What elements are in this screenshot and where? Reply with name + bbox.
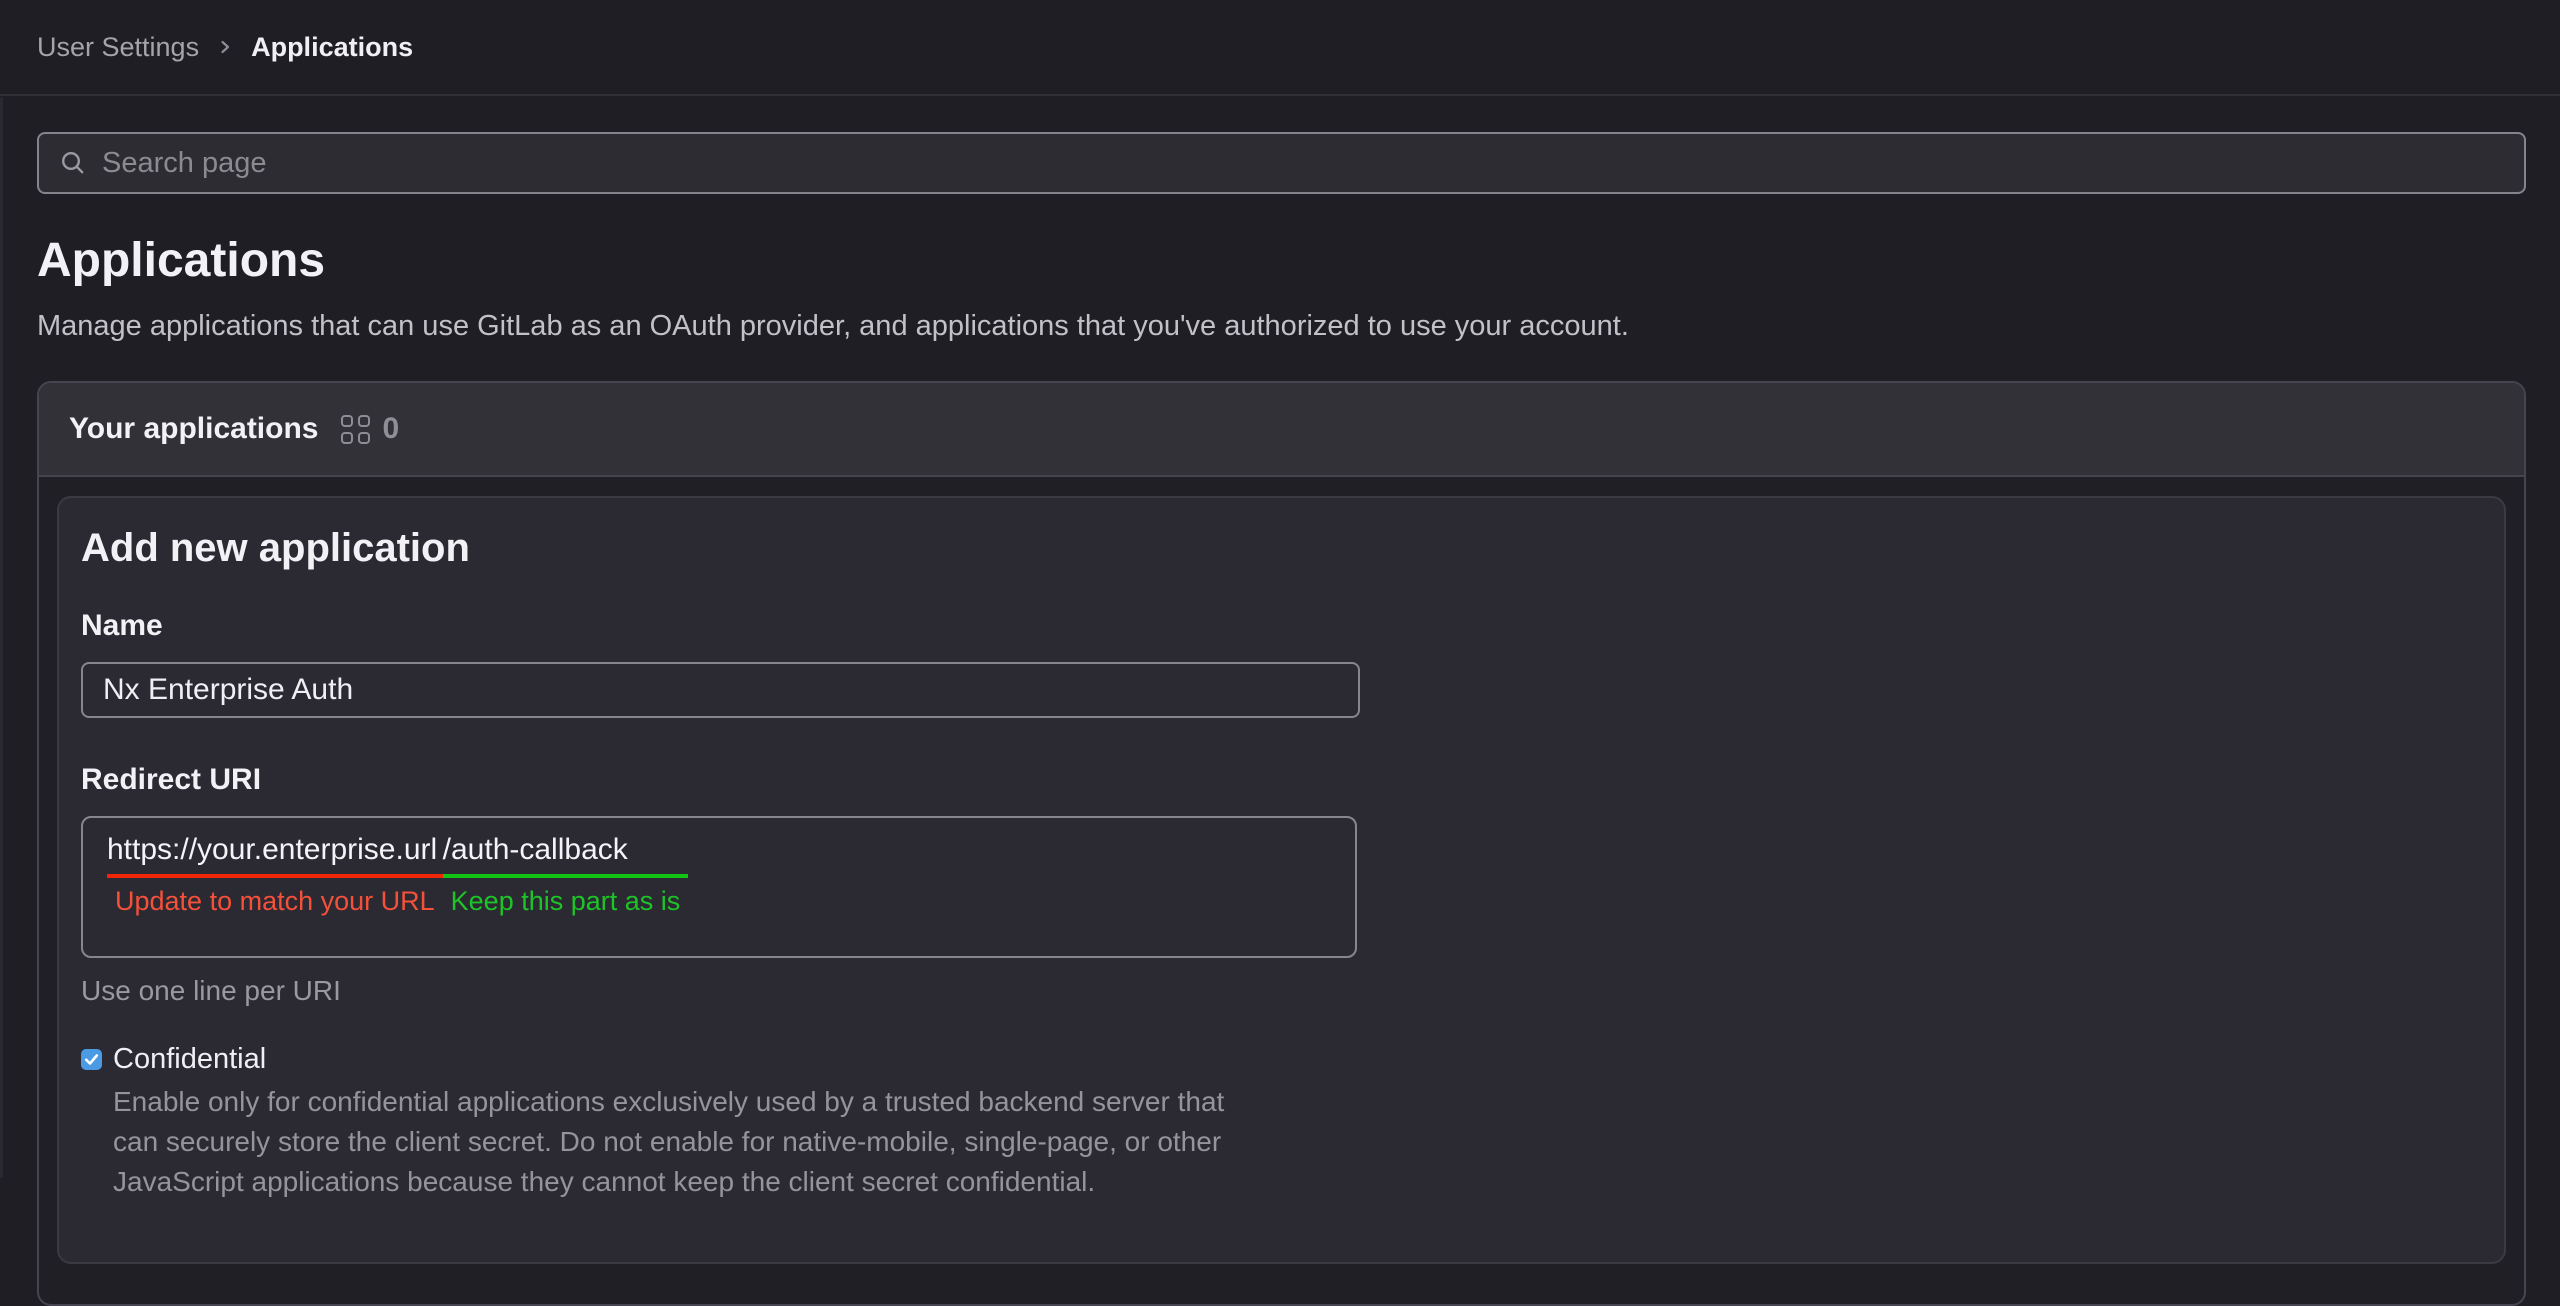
window-left-edge bbox=[0, 98, 3, 1178]
chevron-right-icon bbox=[215, 37, 235, 57]
applications-grid-icon bbox=[341, 415, 370, 444]
uri-base-annotation: Update to match your URL bbox=[107, 886, 443, 916]
uri-base-segment: https://your.enterprise.url Update to ma… bbox=[107, 831, 443, 916]
page-description: Manage applications that can use GitLab … bbox=[37, 307, 2526, 345]
your-applications-body: Add new application Name Redirect URI ht… bbox=[39, 477, 2524, 1304]
name-label: Name bbox=[81, 608, 2482, 644]
confidential-checkbox-input[interactable] bbox=[81, 1049, 102, 1070]
redirect-uri-textarea[interactable]: https://your.enterprise.url Update to ma… bbox=[81, 816, 1357, 958]
search-box[interactable] bbox=[37, 132, 2526, 194]
redirect-uri-label: Redirect URI bbox=[81, 762, 2482, 798]
confidential-description-line: can securely store the client secret. Do… bbox=[113, 1122, 2482, 1162]
confidential-checkbox[interactable] bbox=[81, 1049, 102, 1070]
uri-path-annotation: Keep this part as is bbox=[443, 886, 689, 916]
confidential-description-line: JavaScript applications because they can… bbox=[113, 1162, 2482, 1202]
breadcrumb-user-settings[interactable]: User Settings bbox=[37, 32, 199, 63]
redirect-uri-helper: Use one line per URI bbox=[81, 974, 2482, 1008]
breadcrumb: User Settings Applications bbox=[0, 0, 2560, 96]
uri-base-text: https://your.enterprise.url bbox=[107, 831, 443, 878]
uri-path-segment: /auth-callback Keep this part as is bbox=[443, 831, 689, 916]
main-content: Applications Manage applications that ca… bbox=[0, 132, 2560, 1306]
page-title: Applications bbox=[37, 232, 2526, 290]
uri-path-text: /auth-callback bbox=[443, 831, 689, 878]
confidential-description-line: Enable only for confidential application… bbox=[113, 1082, 2482, 1122]
add-application-title: Add new application bbox=[81, 524, 2482, 572]
confidential-row: Confidential bbox=[81, 1042, 2482, 1076]
add-application-panel: Add new application Name Redirect URI ht… bbox=[57, 496, 2506, 1264]
breadcrumb-applications: Applications bbox=[251, 32, 413, 63]
redirect-uri-value: https://your.enterprise.url Update to ma… bbox=[107, 831, 1331, 916]
search-input[interactable] bbox=[102, 147, 2504, 180]
name-input[interactable] bbox=[81, 662, 1360, 718]
confidential-description: Enable only for confidential application… bbox=[113, 1082, 2482, 1202]
confidential-label[interactable]: Confidential bbox=[113, 1042, 266, 1076]
applications-count-badge: 0 bbox=[382, 412, 399, 446]
search-icon bbox=[59, 149, 87, 177]
your-applications-card: Your applications 0 Add new application … bbox=[37, 381, 2526, 1306]
your-applications-title: Your applications bbox=[69, 412, 318, 446]
your-applications-header: Your applications 0 bbox=[39, 383, 2524, 477]
